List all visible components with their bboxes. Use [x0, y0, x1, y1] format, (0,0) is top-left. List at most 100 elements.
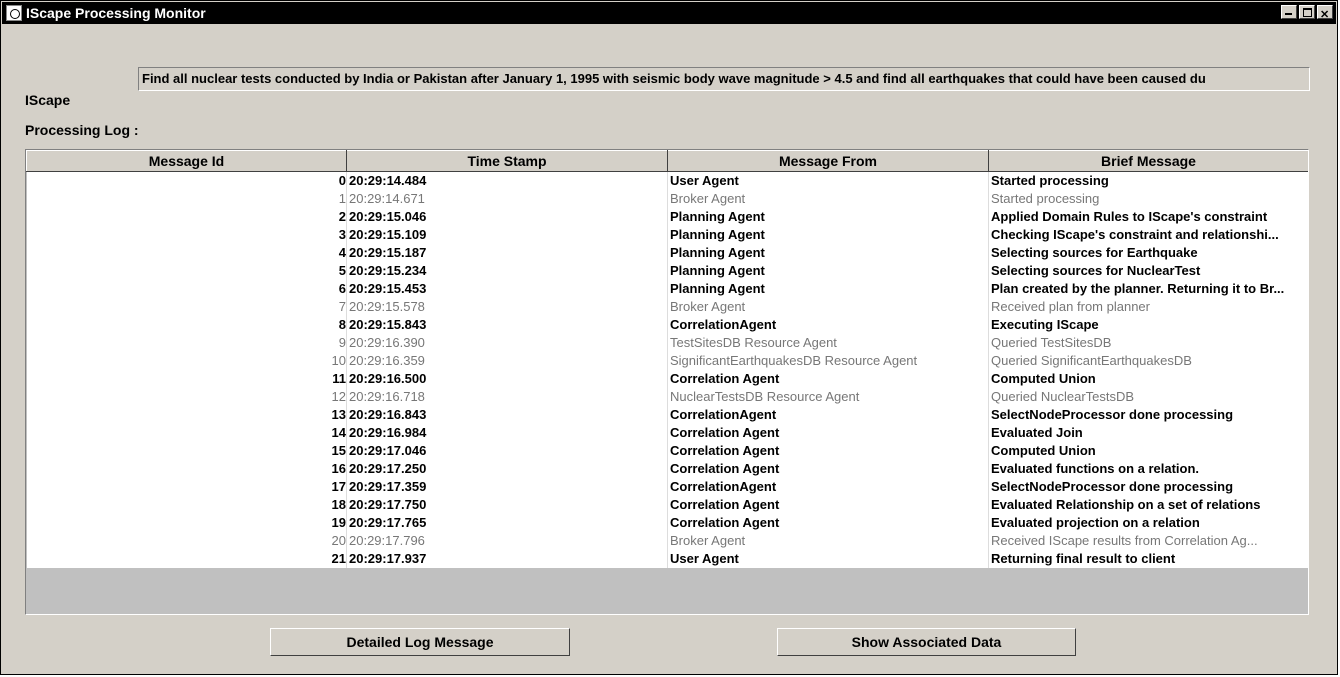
cell-message-from: Correlation Agent — [667, 370, 989, 388]
cell-message-id: 8 — [26, 316, 347, 334]
table-row[interactable]: 0 20:29:14.484 User Agent Started processin… — [26, 171, 1308, 190]
column-header-time-stamp[interactable]: Time Stamp — [346, 150, 668, 172]
column-header-brief-message[interactable]: Brief Message — [988, 150, 1308, 172]
cell-message-from: Broker Agent — [667, 532, 989, 550]
table-row[interactable]: 3 20:29:15.109 Planning Agent Checking ISca… — [26, 226, 1308, 244]
cell-brief-message: Returning final result to client — [988, 550, 1308, 568]
cell-time-stamp: 20:29:16.500 — [346, 370, 668, 388]
column-header-message-from[interactable]: Message From — [667, 150, 989, 172]
cell-time-stamp: 20:29:17.937 — [346, 550, 668, 568]
cell-time-stamp: 20:29:15.843 — [346, 316, 668, 334]
cell-brief-message: Computed Union — [988, 370, 1308, 388]
cell-brief-message: Executing IScape — [988, 316, 1308, 334]
cell-time-stamp: 20:29:16.984 — [346, 424, 668, 442]
window-controls — [1281, 4, 1333, 26]
cell-message-from: Planning Agent — [667, 280, 989, 298]
cell-brief-message: Selecting sources for Earthquake — [988, 244, 1308, 262]
table-row[interactable]: 8 20:29:15.843 CorrelationAgent Executing I… — [26, 316, 1308, 334]
cell-message-id: 0 — [26, 171, 347, 190]
cell-message-id: 7 — [26, 298, 347, 316]
iscape-label: IScape — [25, 92, 71, 108]
app-icon — [6, 5, 22, 21]
cell-message-from: SignificantEarthquakesDB Resource Agent — [667, 352, 989, 370]
cell-message-from: Correlation Agent — [667, 442, 989, 460]
cell-message-id: 19 — [26, 514, 347, 532]
table-row[interactable]: 14 20:29:16.984 Correlation Agent Evaluated… — [26, 424, 1308, 442]
cell-brief-message: Computed Union — [988, 442, 1308, 460]
cell-message-id: 12 — [26, 388, 347, 406]
cell-message-from: Planning Agent — [667, 244, 989, 262]
cell-message-from: Broker Agent — [667, 190, 989, 208]
title-bar[interactable]: IScape Processing Monitor — [2, 2, 1336, 26]
table-row[interactable]: 16 20:29:17.250 Correlation Agent Evaluated… — [26, 460, 1308, 478]
cell-time-stamp: 20:29:16.718 — [346, 388, 668, 406]
cell-message-id: 2 — [26, 208, 347, 226]
cell-message-from: CorrelationAgent — [667, 478, 989, 496]
cell-message-id: 4 — [26, 244, 347, 262]
cell-message-id: 18 — [26, 496, 347, 514]
cell-message-from: Planning Agent — [667, 208, 989, 226]
cell-brief-message: Evaluated functions on a relation. — [988, 460, 1308, 478]
cell-brief-message: Queried TestSitesDB — [988, 334, 1308, 352]
cell-brief-message: Plan created by the planner. Returning i… — [988, 280, 1308, 298]
cell-brief-message: Received plan from planner — [988, 298, 1308, 316]
table-row[interactable]: 15 20:29:17.046 Correlation Agent Computed … — [26, 442, 1308, 460]
cell-brief-message: Evaluated projection on a relation — [988, 514, 1308, 532]
table-row[interactable]: 21 20:29:17.937 User Agent Returning final … — [26, 550, 1308, 568]
cell-message-from: NuclearTestsDB Resource Agent — [667, 388, 989, 406]
table-row[interactable]: 20 20:29:17.796 Broker Agent Received IScap… — [26, 532, 1308, 550]
cell-message-id: 15 — [26, 442, 347, 460]
cell-brief-message: Evaluated Join — [988, 424, 1308, 442]
cell-message-id: 5 — [26, 262, 347, 280]
show-associated-data-button[interactable]: Show Associated Data — [777, 628, 1076, 656]
table-row[interactable]: 12 20:29:16.718 NuclearTestsDB Resource Ag… — [26, 388, 1308, 406]
cell-message-id: 20 — [26, 532, 347, 550]
cell-message-from: TestSitesDB Resource Agent — [667, 334, 989, 352]
cell-brief-message: Started processing — [988, 190, 1308, 208]
cell-brief-message: Selecting sources for NuclearTest — [988, 262, 1308, 280]
maximize-icon[interactable] — [1299, 5, 1315, 19]
table-row[interactable]: 5 20:29:15.234 Planning Agent Selecting sou… — [26, 262, 1308, 280]
table-row[interactable]: 1 20:29:14.671 Broker Agent Started process… — [26, 190, 1308, 208]
iscape-query-field[interactable]: Find all nuclear tests conducted by Indi… — [138, 67, 1310, 91]
detailed-log-message-button[interactable]: Detailed Log Message — [270, 628, 570, 656]
cell-time-stamp: 20:29:15.453 — [346, 280, 668, 298]
monitor-window: IScape Processing Monitor IScape Find al… — [0, 0, 1338, 675]
cell-time-stamp: 20:29:17.750 — [346, 496, 668, 514]
table-row[interactable]: 10 20:29:16.359 SignificantEarthquakesDB R… — [26, 352, 1308, 370]
table-row[interactable]: 18 20:29:17.750 Correlation Agent Evaluated… — [26, 496, 1308, 514]
cell-time-stamp: 20:29:16.390 — [346, 334, 668, 352]
minimize-icon[interactable] — [1281, 5, 1297, 19]
table-row[interactable]: 11 20:29:16.500 Correlation Agent Computed … — [26, 370, 1308, 388]
cell-brief-message: SelectNodeProcessor done processing — [988, 478, 1308, 496]
cell-message-id: 1 — [26, 190, 347, 208]
window-title: IScape Processing Monitor — [26, 5, 206, 21]
cell-message-from: Correlation Agent — [667, 514, 989, 532]
cell-brief-message: Started processing — [988, 171, 1308, 190]
cell-message-from: Planning Agent — [667, 226, 989, 244]
cell-time-stamp: 20:29:15.578 — [346, 298, 668, 316]
cell-brief-message: Queried NuclearTestsDB — [988, 388, 1308, 406]
cell-time-stamp: 20:29:17.046 — [346, 442, 668, 460]
column-header-message-id[interactable]: Message Id — [26, 150, 347, 172]
cell-message-id: 11 — [26, 370, 347, 388]
table-row[interactable]: 6 20:29:15.453 Planning Agent Plan created … — [26, 280, 1308, 298]
cell-message-from: CorrelationAgent — [667, 406, 989, 424]
table-row[interactable]: 19 20:29:17.765 Correlation Agent Evaluated… — [26, 514, 1308, 532]
table-row[interactable]: 2 20:29:15.046 Planning Agent Applied Domai… — [26, 208, 1308, 226]
table-row[interactable]: 17 20:29:17.359 CorrelationAgent SelectNode… — [26, 478, 1308, 496]
close-icon[interactable] — [1317, 4, 1333, 26]
cell-message-from: Correlation Agent — [667, 496, 989, 514]
table-row[interactable]: 13 20:29:16.843 CorrelationAgent SelectNode… — [26, 406, 1308, 424]
table-row[interactable]: 4 20:29:15.187 Planning Agent Selecting sou… — [26, 244, 1308, 262]
cell-brief-message: Queried SignificantEarthquakesDB — [988, 352, 1308, 370]
cell-message-from: User Agent — [667, 550, 989, 568]
table-row[interactable]: 9 20:29:16.390 TestSitesDB Resource Agent Q… — [26, 334, 1308, 352]
cell-time-stamp: 20:29:17.359 — [346, 478, 668, 496]
cell-message-id: 9 — [26, 334, 347, 352]
processing-log-label: Processing Log : — [25, 122, 139, 138]
cell-time-stamp: 20:29:15.109 — [346, 226, 668, 244]
cell-time-stamp: 20:29:14.484 — [346, 171, 668, 190]
processing-log-table[interactable]: Message Id Time Stamp Message From Brief… — [25, 149, 1309, 615]
table-row[interactable]: 7 20:29:15.578 Broker Agent Received plan f… — [26, 298, 1308, 316]
